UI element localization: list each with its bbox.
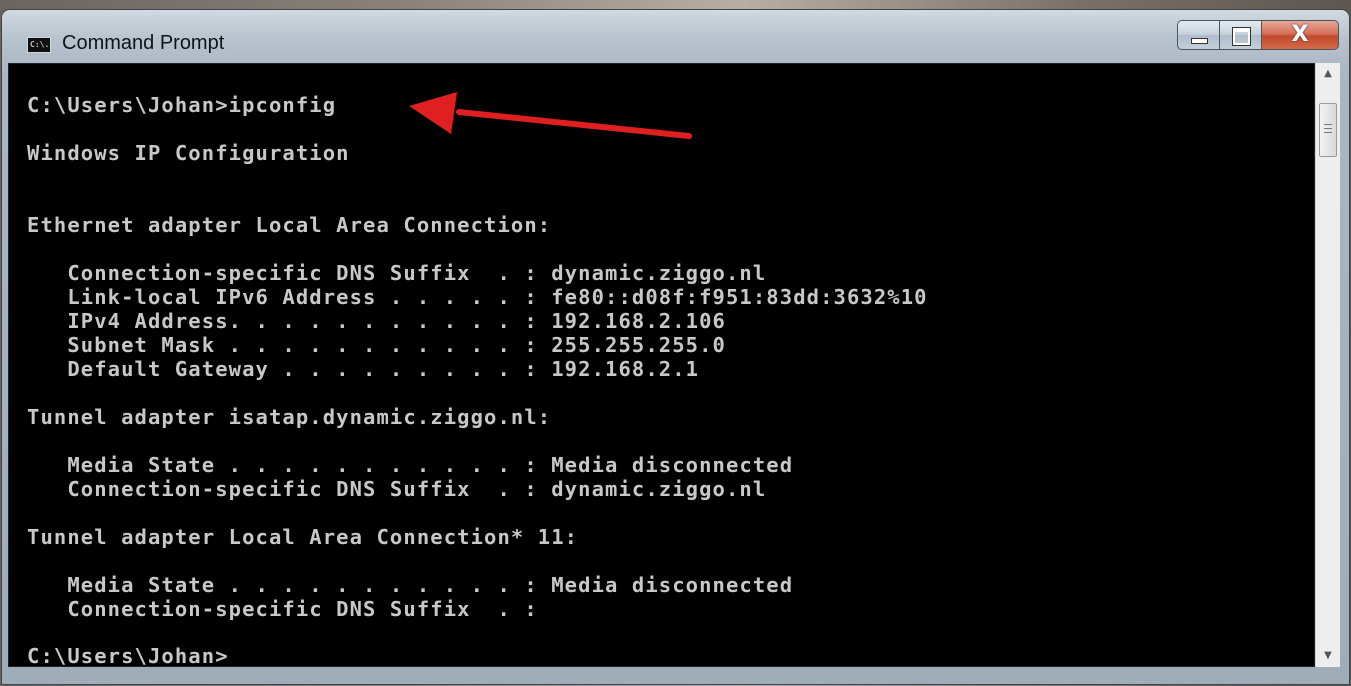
window-controls: X (1177, 20, 1339, 50)
close-icon: X (1291, 22, 1309, 47)
red-arrow-icon (409, 92, 692, 139)
close-button[interactable]: X (1261, 20, 1339, 50)
console-output[interactable]: C:\Users\Johan>ipconfig Windows IP Confi… (8, 63, 1315, 667)
minimize-button[interactable] (1177, 20, 1219, 50)
grip-line (1324, 124, 1332, 125)
scroll-thumb[interactable] (1319, 103, 1337, 157)
window-title: Command Prompt (62, 32, 225, 54)
minimize-icon (1191, 38, 1208, 44)
scroll-down-icon[interactable]: ▼ (1316, 645, 1340, 667)
grip-line (1324, 128, 1332, 129)
grip-line (1324, 132, 1332, 133)
vertical-scrollbar[interactable]: ▲ ▼ (1315, 63, 1340, 667)
scroll-up-icon[interactable]: ▲ (1316, 63, 1340, 85)
maximize-icon (1233, 28, 1250, 45)
maximize-button[interactable] (1219, 20, 1261, 50)
cmd-icon: C:\. (27, 37, 51, 53)
